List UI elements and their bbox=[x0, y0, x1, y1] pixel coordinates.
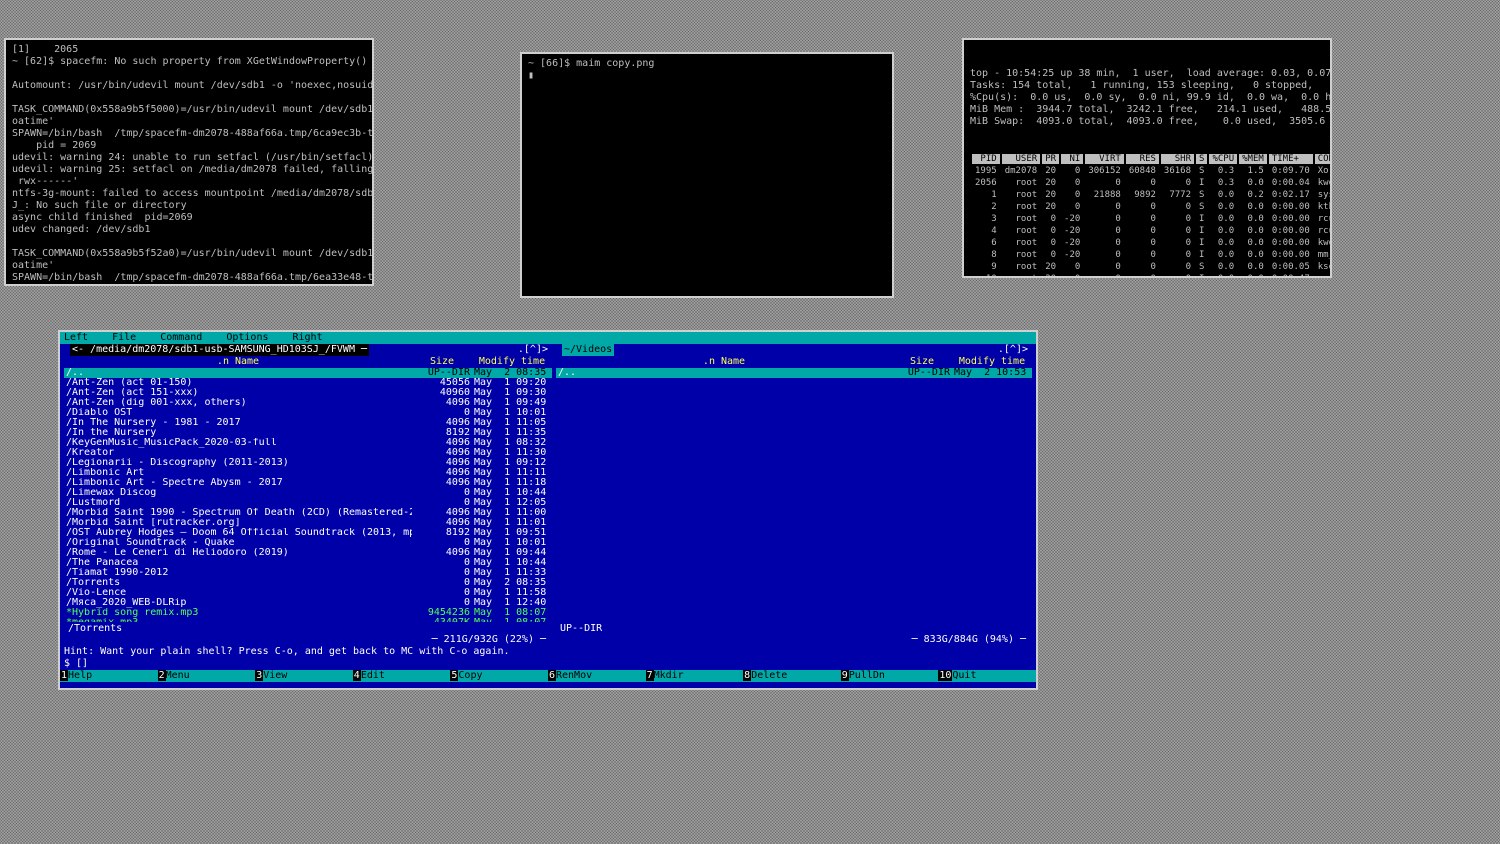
midnight-commander[interactable]: Left File Command Options Right <- /media/dm… bbox=[58, 330, 1038, 690]
top-summary: top - 10:54:25 up 38 min, 1 user, load a… bbox=[970, 68, 1324, 128]
mc-menu-file[interactable]: File bbox=[112, 332, 136, 343]
mc-right-path[interactable]: ~/Videos bbox=[562, 344, 614, 356]
mc-fkeys[interactable]: 1Help2Menu3View4Edit5Copy6RenMov7Mkdir8D… bbox=[60, 670, 1036, 682]
panel-arrows-icon[interactable]: .[^]> bbox=[518, 344, 548, 356]
col-header-size[interactable]: Size bbox=[412, 356, 472, 368]
col-header-name[interactable]: .n Name bbox=[64, 356, 412, 368]
mc-right-stat: ─ 833G/884G (94%) ─ bbox=[556, 634, 1032, 646]
mc-left-body[interactable]: /..UP--DIRMay 2 08:35/Ant-Zen (act 01-15… bbox=[64, 368, 552, 622]
mc-menu-options[interactable]: Options bbox=[226, 332, 268, 343]
col-header-size[interactable]: Size bbox=[892, 356, 952, 368]
mc-left-foot: /Torrents bbox=[64, 622, 552, 634]
fkey-quit[interactable]: 10Quit bbox=[938, 670, 1036, 682]
mc-prompt[interactable]: $ [] bbox=[60, 658, 1036, 670]
col-header-name[interactable]: .n Name bbox=[556, 356, 892, 368]
mc-right-foot: UP--DIR bbox=[556, 622, 1032, 634]
fkey-mkdir[interactable]: 7Mkdir bbox=[646, 670, 744, 682]
terminal-top[interactable]: top - 10:54:25 up 38 min, 1 user, load a… bbox=[962, 38, 1332, 278]
col-header-date[interactable]: Modify time bbox=[472, 356, 552, 368]
mc-left-path[interactable]: <- /media/dm2078/sdb1-usb-SAMSUNG_HD103S… bbox=[70, 344, 369, 356]
mc-right-body[interactable]: /..UP--DIRMay 2 10:53 bbox=[556, 368, 1032, 622]
mc-menu-left[interactable]: Left bbox=[64, 332, 88, 343]
fkey-edit[interactable]: 4Edit bbox=[353, 670, 451, 682]
fkey-pulldn[interactable]: 9PullDn bbox=[841, 670, 939, 682]
terminal-spacefm-log[interactable]: [1] 2065 ~ [62]$ spacefm: No such proper… bbox=[4, 38, 374, 286]
fkey-help[interactable]: 1Help bbox=[60, 670, 158, 682]
mc-left-panel[interactable]: <- /media/dm2078/sdb1-usb-SAMSUNG_HD103S… bbox=[64, 344, 552, 646]
fkey-menu[interactable]: 2Menu bbox=[158, 670, 256, 682]
fkey-view[interactable]: 3View bbox=[255, 670, 353, 682]
col-header-date[interactable]: Modify time bbox=[952, 356, 1032, 368]
top-process-table: PIDUSERPRNIVIRTRESSHRS%CPU%MEMTIME+COMMA… bbox=[970, 152, 1332, 278]
mc-right-panel[interactable]: ~/Videos .[^]> .n Name Size Modify time … bbox=[556, 344, 1032, 646]
mc-menubar[interactable]: Left File Command Options Right bbox=[60, 332, 1036, 344]
list-item[interactable]: /..UP--DIRMay 2 10:53 bbox=[556, 368, 1032, 378]
mc-left-stat: ─ 211G/932G (22%) ─ bbox=[64, 634, 552, 646]
mc-menu-right[interactable]: Right bbox=[293, 332, 323, 343]
mc-menu-command[interactable]: Command bbox=[160, 332, 202, 343]
fkey-renmov[interactable]: 6RenMov bbox=[548, 670, 646, 682]
fkey-copy[interactable]: 5Copy bbox=[450, 670, 548, 682]
mc-hint: Hint: Want your plain shell? Press C-o, … bbox=[60, 646, 1036, 658]
fkey-delete[interactable]: 8Delete bbox=[743, 670, 841, 682]
terminal-maim[interactable]: ~ [66]$ maim copy.png ▮ bbox=[520, 52, 894, 298]
panel-arrows-icon[interactable]: .[^]> bbox=[998, 344, 1028, 356]
